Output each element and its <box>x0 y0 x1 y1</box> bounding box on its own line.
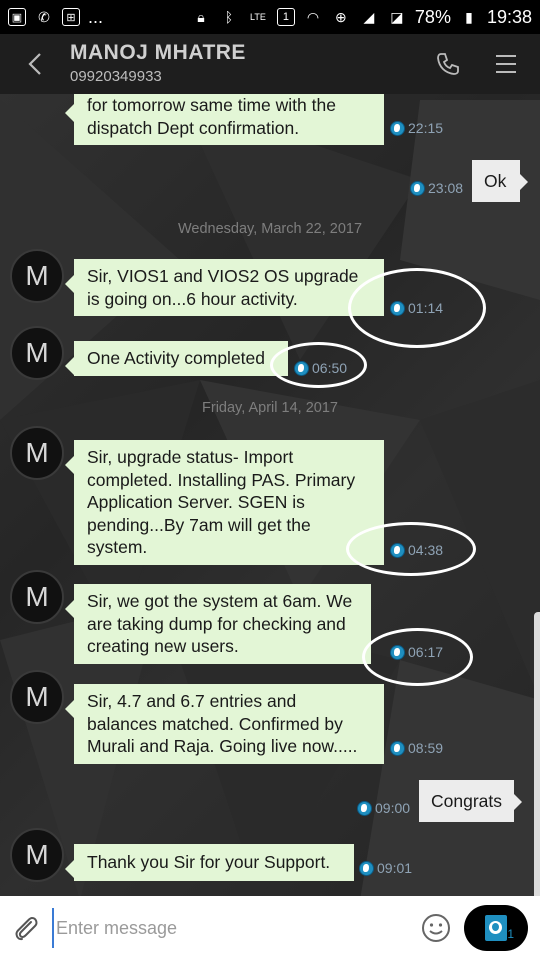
message-time: 09:01 <box>359 860 412 876</box>
message-bubble-incoming[interactable]: Sir, upgrade status- Import completed. I… <box>65 440 384 565</box>
battery-level: 78% <box>414 6 451 27</box>
message-text: Sir, 4.7 and 6.7 entries and balances ma… <box>87 691 358 756</box>
signal-icon: ◢ <box>363 8 375 25</box>
avatar[interactable]: M <box>10 828 64 882</box>
conversation-header: MANOJ MHATRE 09920349933 <box>0 34 540 94</box>
calculator-icon: ⊞ <box>62 8 80 26</box>
phone-icon <box>437 53 459 75</box>
signal-2-icon: ◪ <box>390 8 404 25</box>
message-text: Sir, we got the system at 6am. We are ta… <box>87 591 353 656</box>
message-text: One Activity completed <box>87 348 265 368</box>
back-button[interactable] <box>0 34 70 94</box>
sim-indicator: 1 <box>507 927 514 941</box>
call-button[interactable] <box>424 40 472 88</box>
message-text: Sir, VIOS1 and VIOS2 OS upgrade is going… <box>87 266 359 309</box>
volte-lte-icon: LTE <box>250 12 266 22</box>
message-bubble-incoming[interactable]: Thank you Sir for your Support. <box>65 844 354 881</box>
sim-icon: 1 <box>276 8 295 26</box>
message-time: 04:38 <box>390 542 443 558</box>
date-separator: Friday, April 14, 2017 <box>0 400 540 416</box>
message-time: 01:14 <box>390 300 443 316</box>
globe-icon <box>390 644 405 660</box>
message-time: 06:50 <box>294 360 347 376</box>
message-bubble-outgoing[interactable]: Congrats <box>419 780 522 822</box>
globe-icon <box>390 542 405 558</box>
menu-button[interactable] <box>482 40 530 88</box>
message-bubble-outgoing[interactable]: Ok <box>472 160 528 202</box>
globe-icon <box>357 800 372 816</box>
message-text: Sir, upgrade status- Import completed. I… <box>87 447 356 557</box>
contact-number: 09920349933 <box>70 68 162 85</box>
message-list[interactable]: for tomorrow same time with the dispatch… <box>0 94 540 896</box>
avatar[interactable]: M <box>10 326 64 380</box>
message-time: 06:17 <box>390 644 443 660</box>
smiley-icon <box>422 914 450 942</box>
globe-icon <box>410 180 425 196</box>
battery-icon: ▮ <box>465 8 473 25</box>
status-bar: ▣ ✆ ⊞ ... 🔒︎ ᛒ LTE 1 ◠ ⊕ ◢ ◪ 78% ▮ 19:38 <box>0 0 540 34</box>
message-time: 08:59 <box>390 740 443 756</box>
wifi-icon: ◠ <box>306 8 320 25</box>
message-time: 22:15 <box>390 120 443 136</box>
message-time: 09:00 <box>357 800 410 816</box>
paperclip-icon <box>15 916 38 941</box>
globe-icon <box>359 860 374 876</box>
message-bubble-incoming[interactable]: Sir, we got the system at 6am. We are ta… <box>65 584 371 664</box>
emoji-button[interactable] <box>416 908 456 948</box>
message-bubble-incoming[interactable]: One Activity completed <box>65 341 288 376</box>
message-input[interactable] <box>52 908 416 948</box>
avatar[interactable]: M <box>10 570 64 624</box>
globe-icon <box>294 360 309 376</box>
clock: 19:38 <box>486 6 532 27</box>
message-text: Ok <box>484 171 507 191</box>
message-time: 23:08 <box>410 180 463 196</box>
attach-button[interactable] <box>0 896 52 960</box>
scrollbar[interactable] <box>534 612 540 902</box>
avatar[interactable]: M <box>10 426 64 480</box>
date-separator: Wednesday, March 22, 2017 <box>0 221 540 237</box>
contact-name: MANOJ MHATRE <box>70 41 246 64</box>
message-bubble-incoming[interactable]: Sir, 4.7 and 6.7 entries and balances ma… <box>65 684 384 764</box>
send-button[interactable]: 1 <box>464 905 528 951</box>
send-icon <box>485 915 507 941</box>
avatar[interactable]: M <box>10 249 64 303</box>
chevron-left-icon <box>28 53 41 75</box>
app-notification-icon: ▣ <box>8 8 26 26</box>
message-text: Congrats <box>431 791 503 811</box>
more-notifications: ... <box>88 6 104 27</box>
hotspot-icon: ⊕ <box>335 8 347 25</box>
bluetooth-icon: ᛒ <box>224 9 234 25</box>
phone-call-icon: ✆ <box>38 8 50 25</box>
compose-bar: 1 <box>0 896 540 960</box>
message-bubble-incoming[interactable]: Sir, VIOS1 and VIOS2 OS upgrade is going… <box>65 259 384 316</box>
menu-icon <box>496 55 516 73</box>
globe-icon <box>390 120 405 136</box>
contact-info[interactable]: MANOJ MHATRE 09920349933 <box>70 41 424 85</box>
message-bubble-incoming[interactable]: for tomorrow same time with the dispatch… <box>65 94 384 145</box>
globe-icon <box>390 740 405 756</box>
lock-icon: 🔒︎ <box>197 8 205 25</box>
globe-icon <box>390 300 405 316</box>
message-text: Thank you Sir for your Support. <box>87 852 331 872</box>
message-text: for tomorrow same time with the dispatch… <box>87 95 336 138</box>
avatar[interactable]: M <box>10 670 64 724</box>
